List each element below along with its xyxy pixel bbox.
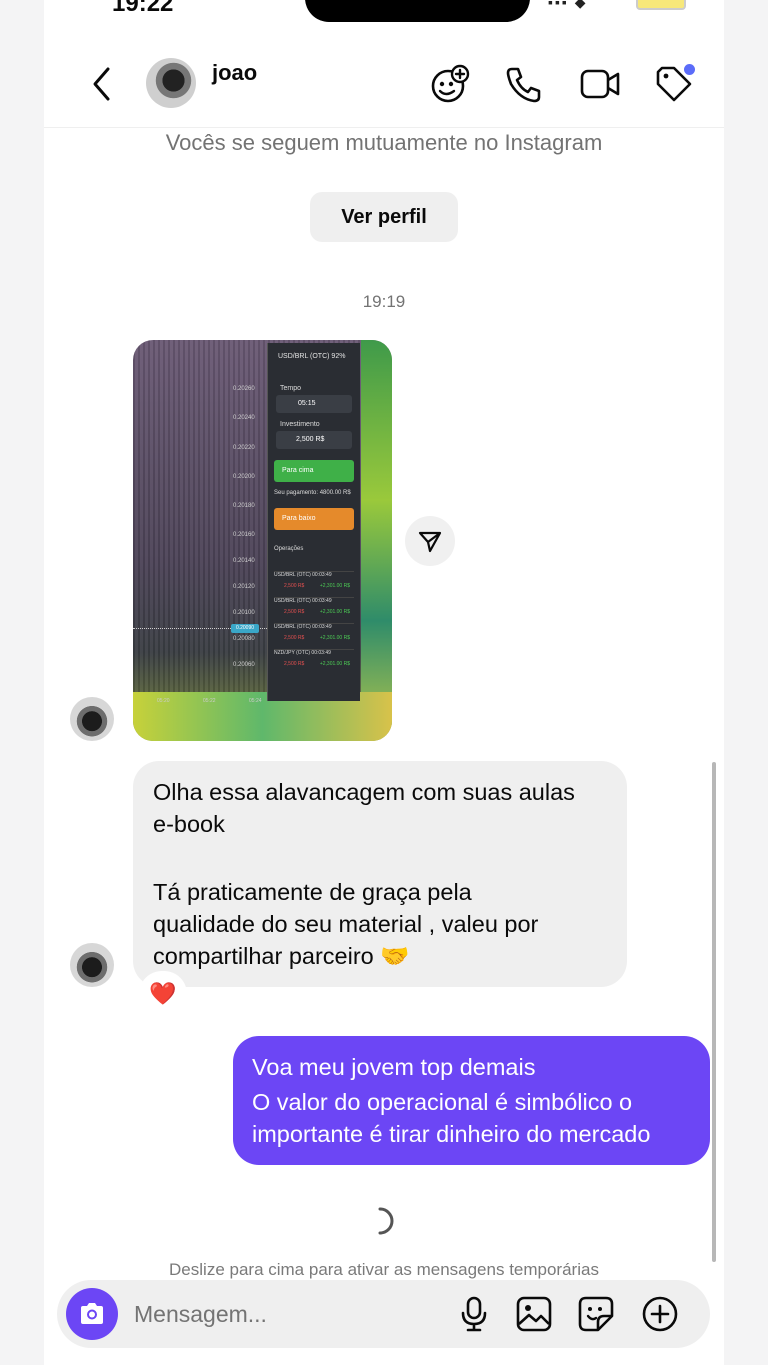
payout-text: Seu pagamento: 4800.00 R$ bbox=[274, 490, 351, 496]
investment-label: Investimento bbox=[280, 421, 320, 428]
gallery-icon[interactable] bbox=[514, 1294, 554, 1334]
price-tick: 0.20080 bbox=[233, 636, 255, 642]
price-tick: 0.20060 bbox=[233, 662, 255, 668]
loading-spinner-icon bbox=[368, 1206, 398, 1236]
mutual-follow-notice: Vocês se seguem mutuamente no Instagram bbox=[165, 130, 603, 155]
message-line: compartilhar parceiro 🤝 bbox=[153, 943, 410, 969]
investment-value: 2,500 R$ bbox=[296, 436, 325, 443]
heart-reaction-icon[interactable]: ❤️ bbox=[141, 973, 185, 1015]
image-background-edge bbox=[361, 340, 392, 741]
price-tick: 0.20260 bbox=[233, 386, 255, 392]
operations-label: Operações bbox=[274, 546, 304, 552]
dynamic-island bbox=[305, 0, 530, 22]
view-profile-button[interactable]: Ver perfil bbox=[310, 192, 458, 242]
camera-icon bbox=[81, 1303, 103, 1324]
message-input[interactable] bbox=[134, 1296, 434, 1332]
message-line: Olha essa alavancagem com suas aulas bbox=[153, 779, 575, 805]
message-line: Voa meu jovem top demais bbox=[252, 1054, 536, 1080]
status-time: 19:22 bbox=[112, 0, 174, 17]
microphone-icon[interactable] bbox=[454, 1294, 494, 1334]
price-tick: 0.20140 bbox=[233, 558, 255, 564]
price-tick: 0.20160 bbox=[233, 532, 255, 538]
message-line: importante é tirar dinheiro do mercado bbox=[252, 1121, 651, 1147]
message-line: qualidade do seu material , valeu por bbox=[153, 911, 539, 937]
current-price-tag: 0.20090 bbox=[231, 624, 259, 633]
price-tick: 0.20200 bbox=[233, 474, 255, 480]
signal-icon: ▪▪▪ ◆ bbox=[548, 0, 588, 10]
message-line: Tá praticamente de graça pela bbox=[153, 879, 472, 905]
buy-button: Para cima bbox=[274, 460, 354, 482]
send-icon bbox=[418, 531, 442, 553]
camera-button[interactable] bbox=[66, 1288, 118, 1340]
time-tick: 05:20 bbox=[157, 698, 170, 704]
outgoing-message-bubble[interactable]: Voa meu jovem top demais O valor do oper… bbox=[233, 1036, 710, 1165]
shared-image[interactable]: 0.20260 0.20240 0.20220 0.20200 0.20180 … bbox=[133, 340, 392, 741]
contact-name[interactable]: joao bbox=[212, 60, 257, 86]
video-icon[interactable] bbox=[578, 62, 622, 106]
phone-icon[interactable] bbox=[502, 62, 546, 106]
message-line: O valor do operacional é simbólico o bbox=[252, 1089, 633, 1115]
plus-icon[interactable] bbox=[640, 1294, 680, 1334]
operation-row: NZD/JPY (OTC) 00:03:49 2,500 R$ +2,301.00 … bbox=[274, 649, 354, 672]
status-bar: 19:22 ▪▪▪ ◆ bbox=[0, 0, 768, 22]
price-tick: 0.20240 bbox=[233, 415, 255, 421]
operation-row: USD/BRL (OTC) 00:03:49 2,500 R$ +2,301.00 … bbox=[274, 571, 354, 594]
sender-avatar[interactable] bbox=[70, 697, 114, 741]
price-tick: 0.20180 bbox=[233, 503, 255, 509]
message-line: e-book bbox=[153, 811, 225, 837]
price-tick: 0.20120 bbox=[233, 584, 255, 590]
share-button[interactable] bbox=[405, 516, 455, 566]
message-timestamp: 19:19 bbox=[362, 292, 406, 311]
sender-avatar[interactable] bbox=[70, 943, 114, 987]
header-divider bbox=[44, 127, 724, 128]
time-tick: 05:24 bbox=[249, 698, 262, 704]
scrollbar[interactable] bbox=[712, 762, 716, 1262]
asset-pair: USD/BRL (OTC) 92% bbox=[278, 353, 346, 360]
battery-icon bbox=[636, 0, 686, 10]
operation-row: USD/BRL (OTC) 00:03:49 2,500 R$ +2,301.00 … bbox=[274, 597, 354, 620]
notification-dot bbox=[684, 64, 695, 75]
price-tick: 0.20220 bbox=[233, 445, 255, 451]
price-tick: 0.20100 bbox=[233, 610, 255, 616]
time-label: Tempo bbox=[280, 385, 302, 392]
trade-panel: USD/BRL (OTC) 92% Tempo 05:15 Investimen… bbox=[267, 343, 360, 701]
effects-icon[interactable] bbox=[428, 62, 472, 106]
time-value: 05:15 bbox=[298, 400, 316, 407]
operation-row: USD/BRL (OTC) 00:03:49 2,500 R$ +2,301.00 … bbox=[274, 623, 354, 646]
time-tick: 05:22 bbox=[203, 698, 216, 704]
vanish-mode-hint: Deslize para cima para ativar as mensage… bbox=[169, 1260, 599, 1279]
back-chevron-icon[interactable] bbox=[88, 64, 116, 104]
incoming-message-bubble[interactable]: Olha essa alavancagem com suas aulas e-b… bbox=[133, 761, 627, 987]
sell-button: Para baixo bbox=[274, 508, 354, 530]
contact-avatar[interactable] bbox=[146, 58, 196, 108]
sticker-icon[interactable] bbox=[576, 1294, 616, 1334]
